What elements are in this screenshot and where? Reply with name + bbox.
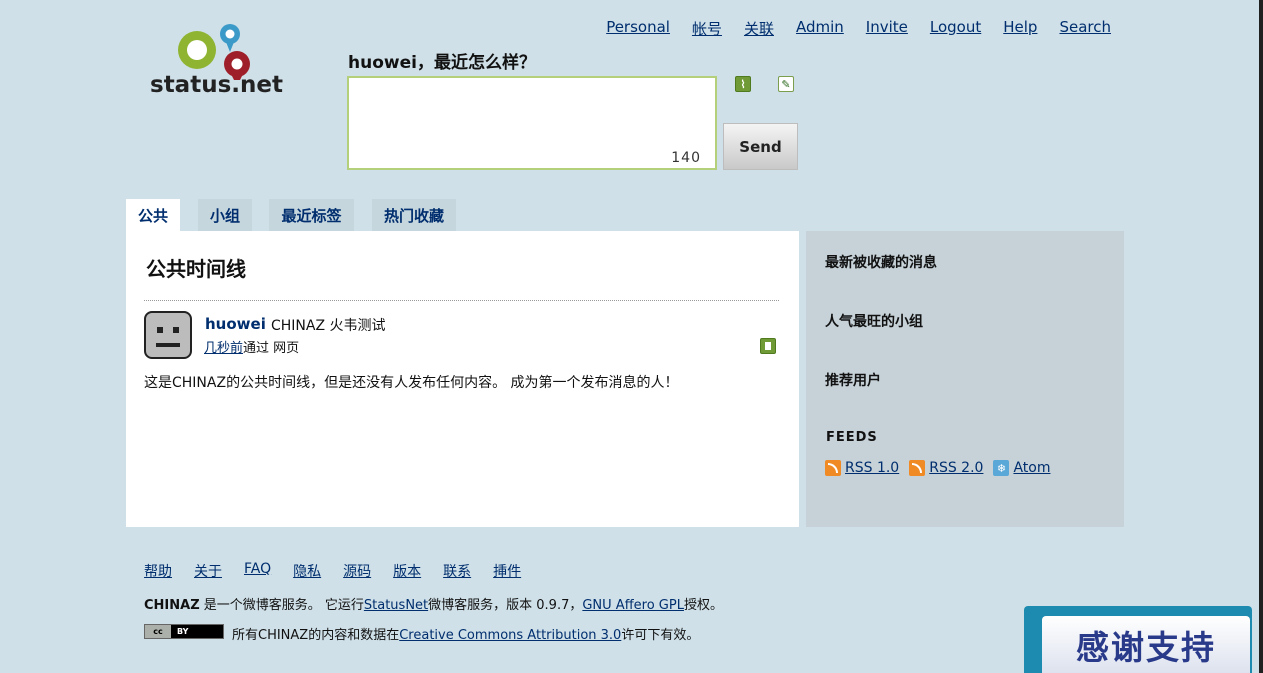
footer-nav: 帮助 关于 FAQ 隐私 源码 版本 联系 挿件 xyxy=(144,561,521,581)
page-title: 公共时间线 xyxy=(146,257,246,281)
tab-groups[interactable]: 小组 xyxy=(198,199,252,231)
paperclip-icon[interactable]: ⌇ xyxy=(735,76,751,92)
main-content: 公共时间线 huowei CHINAZ 火韦测试 几秒前通过 网页 这是CHIN… xyxy=(126,231,799,527)
window-edge xyxy=(1259,0,1263,673)
feed-atom-link[interactable]: Atom xyxy=(1013,460,1050,476)
send-button[interactable]: Send xyxy=(723,123,798,170)
footer-plugins[interactable]: 挿件 xyxy=(493,561,521,581)
rss-icon xyxy=(825,460,841,476)
cc-license-badge[interactable]: cc BY xyxy=(144,624,224,639)
footer-help[interactable]: 帮助 xyxy=(144,561,172,581)
feed-rss2[interactable]: RSS 2.0 xyxy=(909,460,983,476)
notice-author[interactable]: huowei xyxy=(205,315,266,333)
sidebar: 最新被收藏的消息 人气最旺的小组 推荐用户 FEEDS RSS 1.0 RSS … xyxy=(806,231,1124,527)
sidebar-heading-popular-groups: 人气最旺的小组 xyxy=(825,314,923,330)
sidebar-heading-featured-users: 推荐用户 xyxy=(825,373,881,389)
notice-textarea[interactable]: 140 xyxy=(347,76,717,170)
feed-atom[interactable]: ❄ Atom xyxy=(993,460,1050,476)
notice-content: CHINAZ 火韦测试 xyxy=(271,318,386,334)
cc-license-link[interactable]: Creative Commons Attribution 3.0 xyxy=(399,628,621,643)
logo-text: status.net xyxy=(150,72,283,98)
notice-meta: 几秒前通过 网页 xyxy=(204,337,299,356)
avatar-mouth xyxy=(156,343,180,347)
thanks-banner-text: 感谢支持 xyxy=(1042,616,1250,673)
notice-source: 网页 xyxy=(273,341,300,356)
empty-timeline-message: 这是CHINAZ的公共时间线，但是还没有人发布任何内容。 成为第一个发布消息的人… xyxy=(144,375,679,391)
license-text-a: 所有CHINAZ的内容和数据在 xyxy=(232,628,400,643)
feed-list: RSS 1.0 RSS 2.0 ❄ Atom xyxy=(825,460,1050,476)
agpl-link[interactable]: GNU Affero GPL xyxy=(582,598,684,613)
nav-search[interactable]: Search xyxy=(1059,18,1111,39)
pin-icon[interactable]: ✎ xyxy=(778,76,794,92)
license-text-b: 许可下有效。 xyxy=(621,628,700,643)
notice-via: 通过 xyxy=(243,341,270,356)
nav-help[interactable]: Help xyxy=(1003,18,1037,39)
nav-admin[interactable]: Admin xyxy=(796,18,844,39)
footer-source[interactable]: 源码 xyxy=(343,561,371,581)
footer-privacy[interactable]: 隐私 xyxy=(293,561,321,581)
statusnet-link[interactable]: StatusNet xyxy=(364,598,428,613)
thanks-banner[interactable]: 感谢支持 xyxy=(1024,606,1252,673)
tab-popular[interactable]: 热门收藏 xyxy=(372,199,456,231)
nav-account[interactable]: 帐号 xyxy=(692,18,722,39)
divider xyxy=(144,300,779,301)
footer-about-text: CHINAZ 是一个微博客服务。 它运行StatusNet微博客服务，版本 0.… xyxy=(144,594,723,613)
favor-icon[interactable] xyxy=(760,338,776,354)
cc-by-label: BY xyxy=(177,627,189,636)
avatar-eye xyxy=(157,327,163,333)
site-logo[interactable]: status.net xyxy=(147,20,297,104)
cc-icon: cc xyxy=(145,625,171,638)
nav-connect[interactable]: 关联 xyxy=(744,18,774,39)
feeds-heading: FEEDS xyxy=(826,430,878,445)
nav-invite[interactable]: Invite xyxy=(866,18,908,39)
footer-contact[interactable]: 联系 xyxy=(443,561,471,581)
logo-bubbles-icon xyxy=(178,24,250,80)
top-nav: Personal 帐号 关联 Admin Invite Logout Help … xyxy=(606,18,1111,39)
footer-text-a: 是一个微博客服务。 它运行 xyxy=(199,598,364,613)
avatar-eye xyxy=(173,327,179,333)
character-counter: 140 xyxy=(671,150,701,166)
sidebar-heading-favorited: 最新被收藏的消息 xyxy=(825,255,937,271)
avatar[interactable] xyxy=(144,311,192,359)
nav-logout[interactable]: Logout xyxy=(930,18,981,39)
footer-text-b: 微博客服务，版本 0.9.7， xyxy=(428,598,583,613)
feed-rss1[interactable]: RSS 1.0 xyxy=(825,460,899,476)
feed-rss1-link[interactable]: RSS 1.0 xyxy=(845,460,899,476)
nav-personal[interactable]: Personal xyxy=(606,18,670,39)
feed-rss2-link[interactable]: RSS 2.0 xyxy=(929,460,983,476)
notice-greeting: huowei，最近怎么样？ xyxy=(348,53,536,73)
tab-public[interactable]: 公共 xyxy=(126,199,180,231)
footer-version[interactable]: 版本 xyxy=(393,561,421,581)
footer-site-name: CHINAZ xyxy=(144,598,200,613)
notice-time-link[interactable]: 几秒前 xyxy=(204,341,243,356)
footer-about[interactable]: 关于 xyxy=(194,561,222,581)
footer-text-c: 授权。 xyxy=(683,598,723,613)
footer-license-text: 所有CHINAZ的内容和数据在Creative Commons Attribut… xyxy=(232,624,699,643)
rss-icon xyxy=(909,460,926,476)
atom-icon: ❄ xyxy=(993,460,1010,476)
tab-recent-tags[interactable]: 最近标签 xyxy=(269,199,354,231)
footer-faq[interactable]: FAQ xyxy=(244,561,271,581)
